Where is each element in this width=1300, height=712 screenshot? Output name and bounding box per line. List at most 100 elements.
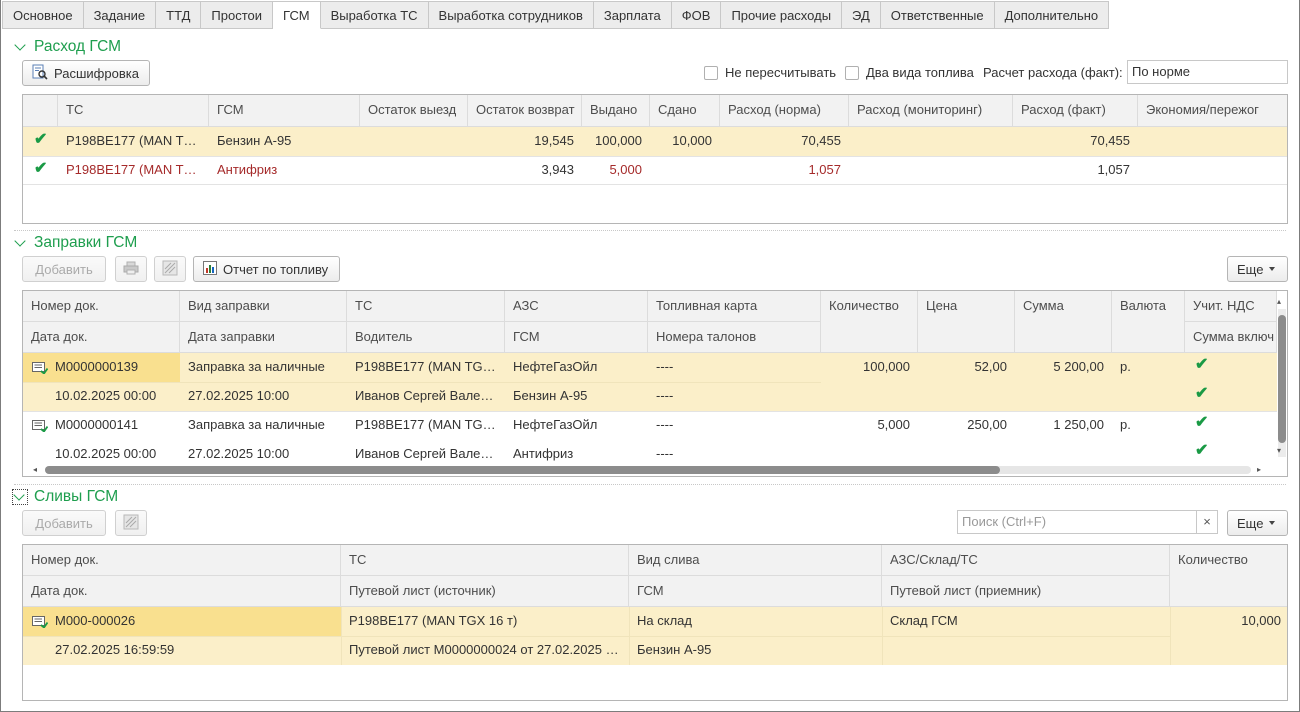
table-header-cell[interactable]: Валюта: [1112, 291, 1185, 353]
table-header-cell[interactable]: Расход (мониторинг): [849, 95, 1013, 127]
decode-button[interactable]: Расшифровка: [22, 60, 150, 86]
mark-delete-button[interactable]: [154, 256, 186, 282]
strikeout-icon: [123, 514, 139, 533]
add-refuel-button[interactable]: Добавить: [22, 256, 106, 282]
vertical-scroll-thumb[interactable]: [1278, 315, 1286, 443]
refuel-kind: Заправка за наличные: [188, 359, 325, 374]
magnifier-doc-icon: [32, 64, 48, 83]
destination: Склад ГСМ: [890, 613, 958, 628]
checkbox-box[interactable]: [704, 65, 718, 80]
table-header-cell[interactable]: Выдано: [582, 95, 650, 127]
tab-bar: Основное Задание ТТД Простои ГСМ Выработ…: [2, 1, 1110, 29]
document-posted-icon: [32, 420, 48, 432]
table-header-cell[interactable]: Сумма: [1015, 291, 1112, 353]
decode-button-label: Расшифровка: [54, 65, 139, 81]
tab-ttd[interactable]: ТТД: [156, 1, 202, 29]
table-header-cell[interactable]: Экономия/пережог: [1138, 95, 1287, 127]
mark-delete-button[interactable]: [115, 510, 147, 536]
table-header-cell[interactable]: Водитель: [347, 322, 505, 353]
table-header-cell[interactable]: Вид слива: [629, 545, 882, 576]
scroll-left-arrow[interactable]: ◂: [33, 465, 37, 474]
group-rashod-header[interactable]: Расход ГСМ: [14, 37, 121, 57]
tab-vyrabotka-ts[interactable]: Выработка ТС: [320, 1, 429, 29]
amount: 1 250,00: [1053, 417, 1104, 432]
table-header-cell[interactable]: АЗС/Склад/ТС: [882, 545, 1170, 576]
refuel-kind: Заправка за наличные: [188, 417, 325, 432]
tab-osnovnoe[interactable]: Основное: [2, 1, 84, 29]
tab-otvetstvennye[interactable]: Ответственные: [880, 1, 995, 29]
table-header-cell[interactable]: Дата заправки: [180, 322, 347, 353]
tab-dopolnitelno[interactable]: Дополнительно: [994, 1, 1110, 29]
table-header-cell[interactable]: Цена: [918, 291, 1015, 353]
tab-gsm[interactable]: ГСМ: [273, 1, 321, 29]
document-posted-icon: [32, 362, 48, 374]
table-header-cell[interactable]: ГСМ: [505, 322, 648, 353]
more-button[interactable]: Еще: [1227, 510, 1288, 536]
tab-prostoi[interactable]: Простои: [201, 1, 274, 29]
row-fact: 70,455: [1090, 133, 1130, 148]
table-header-cell[interactable]: ТС: [347, 291, 505, 322]
fuel-report-button[interactable]: Отчет по топливу: [193, 256, 340, 282]
table-header-cell[interactable]: Количество: [821, 291, 918, 353]
table-header-cell[interactable]: Путевой лист (приемник): [882, 576, 1170, 607]
no-recalc-label: Не пересчитывать: [725, 65, 837, 80]
tab-vyrabotka-sotrudnikov[interactable]: Выработка сотрудников: [428, 1, 594, 29]
table-header-cell[interactable]: Топливная карта: [648, 291, 821, 322]
scroll-right-arrow[interactable]: ▸: [1257, 465, 1261, 474]
add-drain-button[interactable]: Добавить: [22, 510, 106, 536]
horizontal-scroll-thumb[interactable]: [45, 466, 1000, 474]
table-header-cell[interactable]: ГСМ: [209, 95, 360, 127]
table-header-cell[interactable]: Остаток выезд: [360, 95, 468, 127]
calc-method-field[interactable]: По норме: [1127, 60, 1288, 84]
scroll-down-arrow[interactable]: ▾: [1277, 446, 1281, 455]
table-header-cell[interactable]: Дата док.: [23, 576, 341, 607]
checkmark-icon: ✔: [1195, 385, 1209, 402]
fuel-card: ----: [656, 359, 674, 374]
table-header-cell[interactable]: Путевой лист (источник): [341, 576, 629, 607]
table-header-cell[interactable]: ГСМ: [629, 576, 882, 607]
tab-prochie-rashody[interactable]: Прочие расходы: [721, 1, 843, 29]
tab-zarplata[interactable]: Зарплата: [593, 1, 672, 29]
print-button[interactable]: [115, 256, 147, 282]
row-fact: 1,057: [1097, 162, 1130, 177]
no-recalc-checkbox[interactable]: Не пересчитывать: [704, 65, 836, 80]
table-header-cell[interactable]: Сумма включ: [1185, 322, 1277, 353]
more-button[interactable]: Еще: [1227, 256, 1288, 282]
table-header-cell[interactable]: Номер док.: [23, 545, 341, 576]
table-header-cell[interactable]: АЗС: [505, 291, 648, 322]
chevron-down-icon: [1269, 521, 1276, 525]
vehicle: Р198ВЕ177 (MAN TGX 16 т): [355, 417, 505, 432]
clear-search-button[interactable]: ×: [1196, 510, 1218, 534]
tab-fov[interactable]: ФОВ: [671, 1, 722, 29]
table-header-cell[interactable]: ТС: [341, 545, 629, 576]
table-header-cell[interactable]: Вид заправки: [180, 291, 347, 322]
checkmark-icon: ✔: [1195, 356, 1209, 373]
scroll-up-arrow[interactable]: ▴: [1277, 297, 1281, 306]
group-zapravki-header[interactable]: Заправки ГСМ: [14, 233, 137, 253]
group-zapravki-title: Заправки ГСМ: [34, 234, 138, 251]
table-header-cell[interactable]: ТС: [58, 95, 209, 127]
tab-zadanie[interactable]: Задание: [83, 1, 157, 29]
table-header-cell[interactable]: Расход (норма): [720, 95, 849, 127]
table-header-cell[interactable]: Расход (факт): [1013, 95, 1138, 127]
table-header-cell[interactable]: Сдано: [650, 95, 720, 127]
two-fuels-checkbox[interactable]: Два вида топлива: [845, 65, 974, 80]
checkbox-box[interactable]: [845, 65, 859, 80]
table-header-cell[interactable]: Дата док.: [23, 322, 180, 353]
group-slivy-title: Сливы ГСМ: [34, 488, 119, 505]
price: 250,00: [967, 417, 1007, 432]
drain-table: Номер док. ТС Вид слива АЗС/Склад/ТС Кол…: [22, 544, 1288, 701]
table-header-cell[interactable]: Учит. НДС: [1185, 291, 1277, 322]
tab-ed[interactable]: ЭД: [842, 1, 881, 29]
printer-icon: [123, 261, 139, 278]
group-slivy-header[interactable]: Сливы ГСМ: [12, 487, 118, 507]
quantity: 10,000: [1241, 613, 1281, 628]
search-input[interactable]: Поиск (Ctrl+F): [957, 510, 1197, 534]
table-header-cell[interactable]: Количество: [1170, 545, 1287, 607]
driver: Иванов Сергей Валерьевич: [355, 446, 505, 461]
table-header-cell[interactable]: Остаток возврат: [468, 95, 582, 127]
row-issued: 100,000: [595, 133, 642, 148]
gas-station: НефтеГазОйл: [513, 359, 598, 374]
table-header-cell[interactable]: Номера талонов: [648, 322, 821, 353]
table-header-cell[interactable]: Номер док.: [23, 291, 180, 322]
